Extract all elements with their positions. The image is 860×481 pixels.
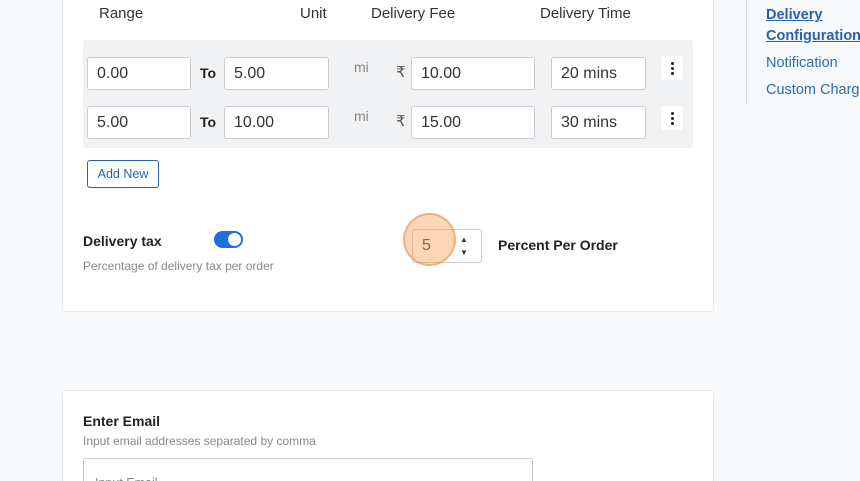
delivery-tax-subtitle: Percentage of delivery tax per order — [83, 259, 274, 273]
unit-label-1: mi — [354, 59, 369, 75]
click-highlight — [403, 213, 456, 266]
range-from-input-2[interactable]: 5.00 — [87, 106, 191, 139]
delivery-time-input-2[interactable]: 30 mins — [551, 106, 646, 139]
stepper-up-icon[interactable]: ▲ — [460, 234, 468, 245]
percent-per-order-label: Percent Per Order — [498, 237, 618, 253]
add-new-button[interactable]: Add New — [87, 160, 159, 188]
to-label-1: To — [200, 65, 217, 81]
side-nav-notification[interactable]: Notification — [766, 55, 838, 71]
rupee-icon: ₹ — [396, 113, 406, 130]
rupee-icon: ₹ — [396, 64, 406, 81]
header-range: Range — [99, 5, 144, 22]
delivery-time-input-1[interactable]: 20 mins — [551, 57, 646, 90]
range-from-input-1[interactable]: 0.00 — [87, 57, 191, 90]
range-to-input-2[interactable]: 10.00 — [224, 106, 329, 139]
delivery-tax-toggle[interactable] — [214, 231, 243, 248]
delivery-tax-title: Delivery tax — [83, 233, 162, 249]
email-subtitle: Input email addresses separated by comma — [83, 434, 316, 448]
side-nav-delivery[interactable]: Delivery — [766, 7, 822, 23]
header-unit: Unit — [300, 5, 327, 22]
number-stepper[interactable]: ▲ ▼ — [457, 234, 471, 258]
email-input[interactable] — [83, 458, 533, 481]
email-title: Enter Email — [83, 413, 161, 429]
to-label-2: To — [200, 114, 217, 130]
toggle-knob — [228, 233, 241, 246]
header-delivery-fee: Delivery Fee — [371, 5, 456, 22]
row-menu-icon-1[interactable] — [661, 56, 683, 80]
unit-label-2: mi — [354, 108, 369, 124]
range-to-input-1[interactable]: 5.00 — [224, 57, 329, 90]
side-nav-custom-charges[interactable]: Custom Charges — [766, 82, 860, 98]
row-menu-icon-2[interactable] — [661, 106, 683, 130]
delivery-fee-input-1[interactable]: 10.00 — [411, 57, 535, 90]
header-delivery-time: Delivery Time — [540, 5, 631, 22]
side-nav-configuration[interactable]: Configuration — [766, 28, 860, 44]
stepper-down-icon[interactable]: ▼ — [460, 247, 468, 258]
side-nav-divider — [746, 0, 747, 104]
delivery-fee-input-2[interactable]: 15.00 — [411, 106, 535, 139]
